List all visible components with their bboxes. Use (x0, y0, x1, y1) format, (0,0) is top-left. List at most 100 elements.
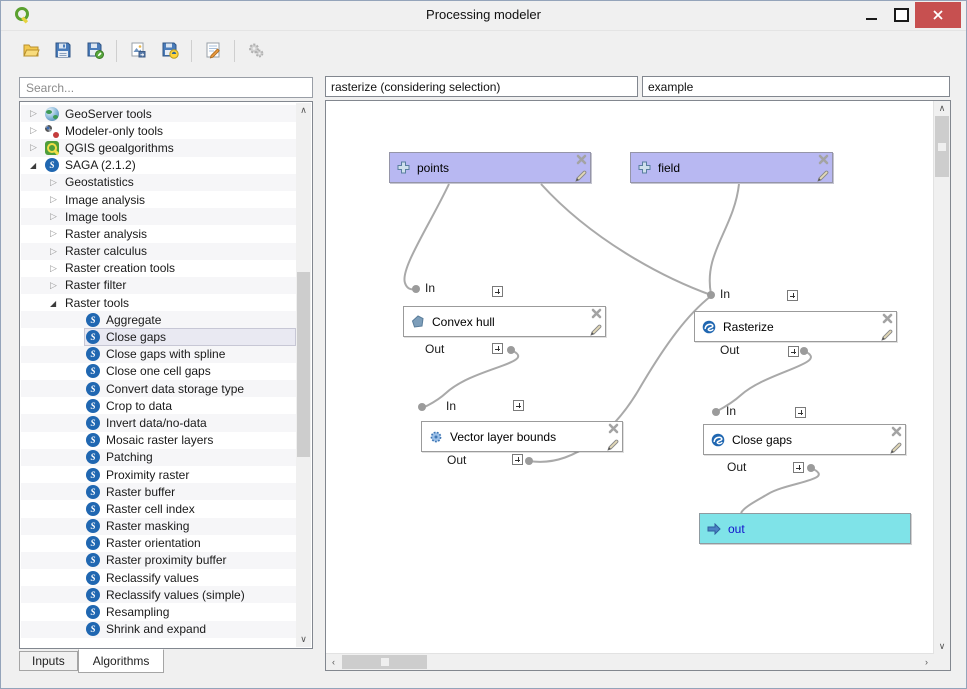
tree-item[interactable]: Resampling (21, 603, 296, 620)
model-name-input[interactable] (325, 76, 638, 97)
close-button[interactable] (915, 2, 961, 28)
tree-item[interactable]: Invert data/no-data (21, 414, 296, 431)
tree-item-core[interactable]: Raster analysis (63, 225, 296, 242)
tree-item-core[interactable]: Geostatistics (63, 174, 296, 191)
tree-item-core[interactable]: Image analysis (63, 191, 296, 208)
tree-item-core[interactable]: Raster masking (84, 518, 296, 535)
tree-item-core[interactable]: Mosaic raster layers (84, 432, 296, 449)
scroll-left-icon[interactable]: ‹ (326, 654, 341, 670)
tree-item-core[interactable]: Close gaps with spline (84, 346, 296, 363)
edit-node-icon[interactable] (890, 442, 902, 454)
tree-item-core[interactable]: Close gaps (84, 328, 296, 345)
tree-item[interactable]: Crop to data (21, 397, 296, 414)
tree-item-core[interactable]: Invert data/no-data (84, 414, 296, 431)
tree-item-core[interactable]: Shrink and expand (84, 621, 296, 638)
tree-expander-icon[interactable] (50, 211, 63, 222)
tree-item-core[interactable]: Raster creation tools (63, 260, 296, 277)
tree-item-core[interactable]: Proximity raster (84, 466, 296, 483)
tree-item-core[interactable]: Aggregate (84, 311, 296, 328)
tree-expander-icon[interactable] (30, 125, 43, 136)
vertical-scrollbar-thumb[interactable] (935, 116, 949, 177)
tree-item-core[interactable]: Modeler-only tools (43, 122, 296, 139)
tree-item[interactable]: Raster analysis (21, 225, 296, 242)
model-group-input[interactable] (642, 76, 950, 97)
tree-scrollbar-thumb[interactable] (297, 272, 310, 457)
tree-item-core[interactable]: Crop to data (84, 397, 296, 414)
run-model-button[interactable] (242, 37, 270, 65)
tree-item[interactable]: Raster filter (21, 277, 296, 294)
horizontal-scrollbar-thumb[interactable] (342, 655, 427, 669)
edit-model-help-button[interactable] (199, 37, 227, 65)
tree-item[interactable]: Geostatistics (21, 174, 296, 191)
tree-item[interactable]: Reclassify values (simple) (21, 586, 296, 603)
expand-outputs-icon[interactable] (492, 343, 503, 354)
tree-item[interactable]: Raster tools (21, 294, 296, 311)
scroll-up-icon[interactable]: ∧ (296, 103, 311, 118)
tree-item-core[interactable]: Patching (84, 449, 296, 466)
tree-item-core[interactable]: GeoServer tools (43, 105, 296, 122)
tab-inputs[interactable]: Inputs (19, 651, 78, 671)
tree-item-core[interactable]: Raster tools (63, 294, 296, 311)
tree-item[interactable]: Close gaps with spline (21, 346, 296, 363)
tree-item-core[interactable]: Reclassify values (84, 569, 296, 586)
tree-expander-icon[interactable] (30, 142, 43, 153)
tree-item-core[interactable]: Raster proximity buffer (84, 552, 296, 569)
expand-params-icon[interactable] (787, 290, 798, 301)
save-model-button[interactable] (49, 37, 77, 65)
expand-outputs-icon[interactable] (793, 462, 804, 473)
tree-expander-icon[interactable] (50, 246, 63, 257)
scroll-down-icon[interactable]: ∨ (296, 632, 311, 647)
delete-node-icon[interactable] (891, 426, 902, 437)
tree-item[interactable]: QGIS geoalgorithms (21, 139, 296, 156)
edit-node-icon[interactable] (817, 170, 829, 182)
tree-item-core[interactable]: SAGA (2.1.2) (43, 157, 296, 174)
tree-item[interactable]: SAGA (2.1.2) (21, 157, 296, 174)
tree-expander-icon[interactable] (50, 263, 63, 274)
edit-node-icon[interactable] (590, 324, 602, 336)
search-input[interactable] (19, 77, 313, 98)
tree-item[interactable]: Mosaic raster layers (21, 432, 296, 449)
tree-expander-icon[interactable] (50, 177, 63, 188)
delete-node-icon[interactable] (882, 313, 893, 324)
tree-item[interactable]: Aggregate (21, 311, 296, 328)
algorithm-node-convex-hull[interactable]: Convex hull (403, 306, 606, 337)
expand-params-icon[interactable] (492, 286, 503, 297)
tree-item-core[interactable]: Reclassify values (simple) (84, 586, 296, 603)
expand-outputs-icon[interactable] (512, 454, 523, 465)
tree-expander-icon[interactable] (50, 280, 63, 291)
delete-node-icon[interactable] (591, 308, 602, 319)
tree-item[interactable]: Raster masking (21, 518, 296, 535)
tree-item-core[interactable]: Resampling (84, 603, 296, 620)
tab-algorithms[interactable]: Algorithms (78, 649, 165, 673)
edit-node-icon[interactable] (607, 439, 619, 451)
tree-expander-icon[interactable] (50, 228, 63, 239)
tree-item-core[interactable]: Image tools (63, 208, 296, 225)
tree-item[interactable]: Image analysis (21, 191, 296, 208)
model-canvas[interactable]: points field In Convex hull Out (326, 101, 934, 654)
delete-node-icon[interactable] (608, 423, 619, 434)
tree-item[interactable]: Close gaps (21, 328, 296, 345)
title-bar[interactable]: Processing modeler (1, 1, 966, 31)
model-input-node-field[interactable]: field (630, 152, 833, 183)
scroll-right-icon[interactable]: › (919, 654, 934, 670)
export-as-python-script-button[interactable] (156, 37, 184, 65)
tree-item[interactable]: Raster proximity buffer (21, 552, 296, 569)
edit-node-icon[interactable] (575, 170, 587, 182)
algorithm-node-vector-layer-bounds[interactable]: Vector layer bounds (421, 421, 623, 452)
tree-item[interactable]: Raster calculus (21, 243, 296, 260)
export-as-image-button[interactable] (124, 37, 152, 65)
edit-node-icon[interactable] (881, 329, 893, 341)
tree-expander-icon[interactable] (30, 108, 43, 119)
algorithm-node-close-gaps[interactable]: Close gaps (703, 424, 906, 455)
tree-item[interactable]: Shrink and expand (21, 621, 296, 638)
open-model-button[interactable] (17, 37, 45, 65)
delete-node-icon[interactable] (818, 154, 829, 165)
tree-expander-icon[interactable] (50, 298, 63, 308)
tree-item[interactable]: Modeler-only tools (21, 122, 296, 139)
tree-item-core[interactable]: Raster filter (63, 277, 296, 294)
tree-item-core[interactable]: Convert data storage type (84, 380, 296, 397)
canvas-horizontal-scrollbar[interactable]: ‹ › (326, 653, 934, 670)
scroll-up-icon[interactable]: ∧ (934, 101, 950, 116)
tree-item-core[interactable]: Raster cell index (84, 500, 296, 517)
tree-item[interactable]: Convert data storage type (21, 380, 296, 397)
